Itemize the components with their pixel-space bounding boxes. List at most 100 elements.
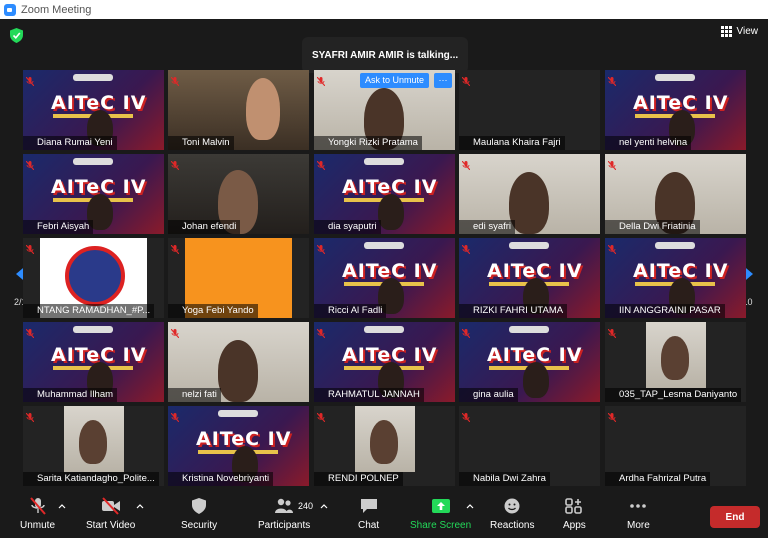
mic-muted-icon (25, 241, 35, 255)
participant-tile[interactable]: AITeC IV RIZKI FAHRI UTAMA (459, 238, 600, 318)
mic-muted-icon (25, 73, 35, 87)
mic-muted-icon (170, 409, 180, 423)
sponsor-logos (73, 158, 113, 165)
participant-face (378, 194, 404, 230)
chat-button[interactable]: Chat (358, 497, 379, 531)
mic-muted-icon (316, 409, 326, 423)
participant-tile[interactable]: AITeC IV Muhammad Ilham (23, 322, 164, 402)
participant-tile[interactable]: Toni Malvin (168, 70, 309, 150)
participant-tile[interactable]: Nabila Dwi Zahra (459, 406, 600, 486)
participant-name: 035_TAP_Lesma Daniyanto (605, 388, 742, 402)
sponsor-logos (218, 410, 258, 417)
participant-tile[interactable]: AITeC IV dia syaputri (314, 154, 455, 234)
mic-muted-icon (316, 157, 326, 171)
apps-button[interactable]: Apps (563, 497, 586, 531)
mic-muted-icon (316, 325, 326, 339)
more-label: More (627, 520, 650, 531)
participant-tile[interactable]: NTANG RAMADHAN_#P... (23, 238, 164, 318)
video-caret-icon[interactable] (136, 503, 144, 509)
participant-tile[interactable]: AITeC IV Ricci Al Fadli (314, 238, 455, 318)
participant-tile[interactable]: 035_TAP_Lesma Daniyanto (605, 322, 746, 402)
participant-tile[interactable]: RENDI POLNEP (314, 406, 455, 486)
reactions-smiley-icon (504, 498, 520, 514)
share-screen-label: Share Screen (410, 520, 472, 531)
participant-face (661, 336, 689, 380)
participant-face (523, 362, 549, 398)
end-meeting-button[interactable]: End (710, 506, 760, 528)
participant-name: Ardha Fahrizal Putra (605, 472, 711, 486)
participant-name: RAHMATUL JANNAH (314, 388, 424, 402)
unmute-caret-icon[interactable] (58, 503, 66, 509)
participant-tile[interactable]: AITeC IV IIN ANGGRAINI PASAR (605, 238, 746, 318)
unmute-button[interactable]: Unmute (20, 497, 55, 531)
participant-name: RENDI POLNEP (314, 472, 403, 486)
participant-name: Ricci Al Fadli (314, 304, 387, 318)
participant-name: Johan efendi (168, 220, 241, 234)
window-titlebar: Zoom Meeting (0, 0, 768, 19)
participant-tile[interactable]: Yoga Febi Yando (168, 238, 309, 318)
participant-tile[interactable]: edi syafri (459, 154, 600, 234)
tile-more-button[interactable]: ··· (434, 73, 452, 88)
participant-name: nelzi fati (168, 388, 221, 402)
participant-name: Toni Malvin (168, 136, 234, 150)
participants-caret-icon[interactable] (320, 503, 328, 509)
college-logo (65, 246, 125, 306)
participant-tile[interactable]: Della Dwi Friatinia (605, 154, 746, 234)
participant-tile[interactable]: AITeC IV gina aulia (459, 322, 600, 402)
more-button[interactable]: More (627, 497, 650, 531)
participant-tile[interactable]: Maulana Khaira Fajri (459, 70, 600, 150)
participant-name: RIZKI FAHRI UTAMA (459, 304, 568, 318)
participant-name: Della Dwi Friatinia (605, 220, 700, 234)
sponsor-logos (655, 242, 695, 249)
participant-name: nel yenti helvina (605, 136, 692, 150)
participant-name: NTANG RAMADHAN_#P... (23, 304, 155, 318)
reactions-button[interactable]: Reactions (490, 497, 534, 531)
participant-name: IIN ANGGRAINI PASAR (605, 304, 725, 318)
mic-muted-icon (316, 73, 326, 87)
participant-tile[interactable]: AITeC IV RAHMATUL JANNAH (314, 322, 455, 402)
view-button[interactable]: View (720, 26, 759, 37)
mic-muted-icon (461, 241, 471, 255)
mic-muted-icon (25, 325, 35, 339)
active-speaker-banner: SYAFRI AMIR AMIR is talking... (302, 37, 469, 73)
mic-muted-icon (607, 325, 617, 339)
participant-tile[interactable]: nelzi fati (168, 322, 309, 402)
participants-icon (275, 498, 294, 513)
share-screen-icon (431, 499, 450, 513)
participant-tile[interactable]: AITeC IV Kristina Novebriyanti (168, 406, 309, 486)
grid-view-icon (720, 26, 732, 37)
start-video-button[interactable]: Start Video (86, 497, 135, 531)
sponsor-logos (509, 242, 549, 249)
shield-icon[interactable] (10, 28, 23, 43)
participant-face (246, 78, 280, 140)
security-shield-icon (192, 498, 207, 514)
view-label: View (736, 26, 759, 37)
share-caret-icon[interactable] (466, 503, 474, 509)
participant-tile[interactable]: Johan efendi (168, 154, 309, 234)
participant-tile[interactable]: Ardha Fahrizal Putra (605, 406, 746, 486)
mic-muted-icon (461, 325, 471, 339)
share-screen-button[interactable]: Share Screen (410, 497, 471, 531)
participant-name: Nabila Dwi Zahra (459, 472, 550, 486)
participants-label: Participants (258, 520, 311, 531)
sponsor-logos (364, 326, 404, 333)
participant-name: Muhammad Ilham (23, 388, 118, 402)
meeting-toolbar: Unmute Start Video Security Participants… (0, 491, 768, 538)
mic-muted-icon (170, 157, 180, 171)
participant-name: Yoga Febi Yando (168, 304, 258, 318)
participant-tile[interactable]: AITeC IV nel yenti helvina (605, 70, 746, 150)
sponsor-logos (73, 74, 113, 81)
participant-tile[interactable]: AITeC IV Febri Aisyah (23, 154, 164, 234)
sponsor-logos (364, 242, 404, 249)
security-button[interactable]: Security (181, 497, 217, 531)
participant-name: Diana Rumai Yeni (23, 136, 117, 150)
participant-tile[interactable]: Sarita Katiandagho_Polite... (23, 406, 164, 486)
participant-tile[interactable]: AITeC IV Diana Rumai Yeni (23, 70, 164, 150)
participant-name: Febri Aisyah (23, 220, 94, 234)
mic-muted-icon (607, 409, 617, 423)
participants-count: 240 (298, 501, 314, 511)
participant-name: Sarita Katiandagho_Polite... (23, 472, 159, 486)
window-title: Zoom Meeting (21, 3, 92, 16)
mic-muted-icon (25, 409, 35, 423)
ask-to-unmute-button[interactable]: Ask to Unmute (360, 73, 430, 88)
